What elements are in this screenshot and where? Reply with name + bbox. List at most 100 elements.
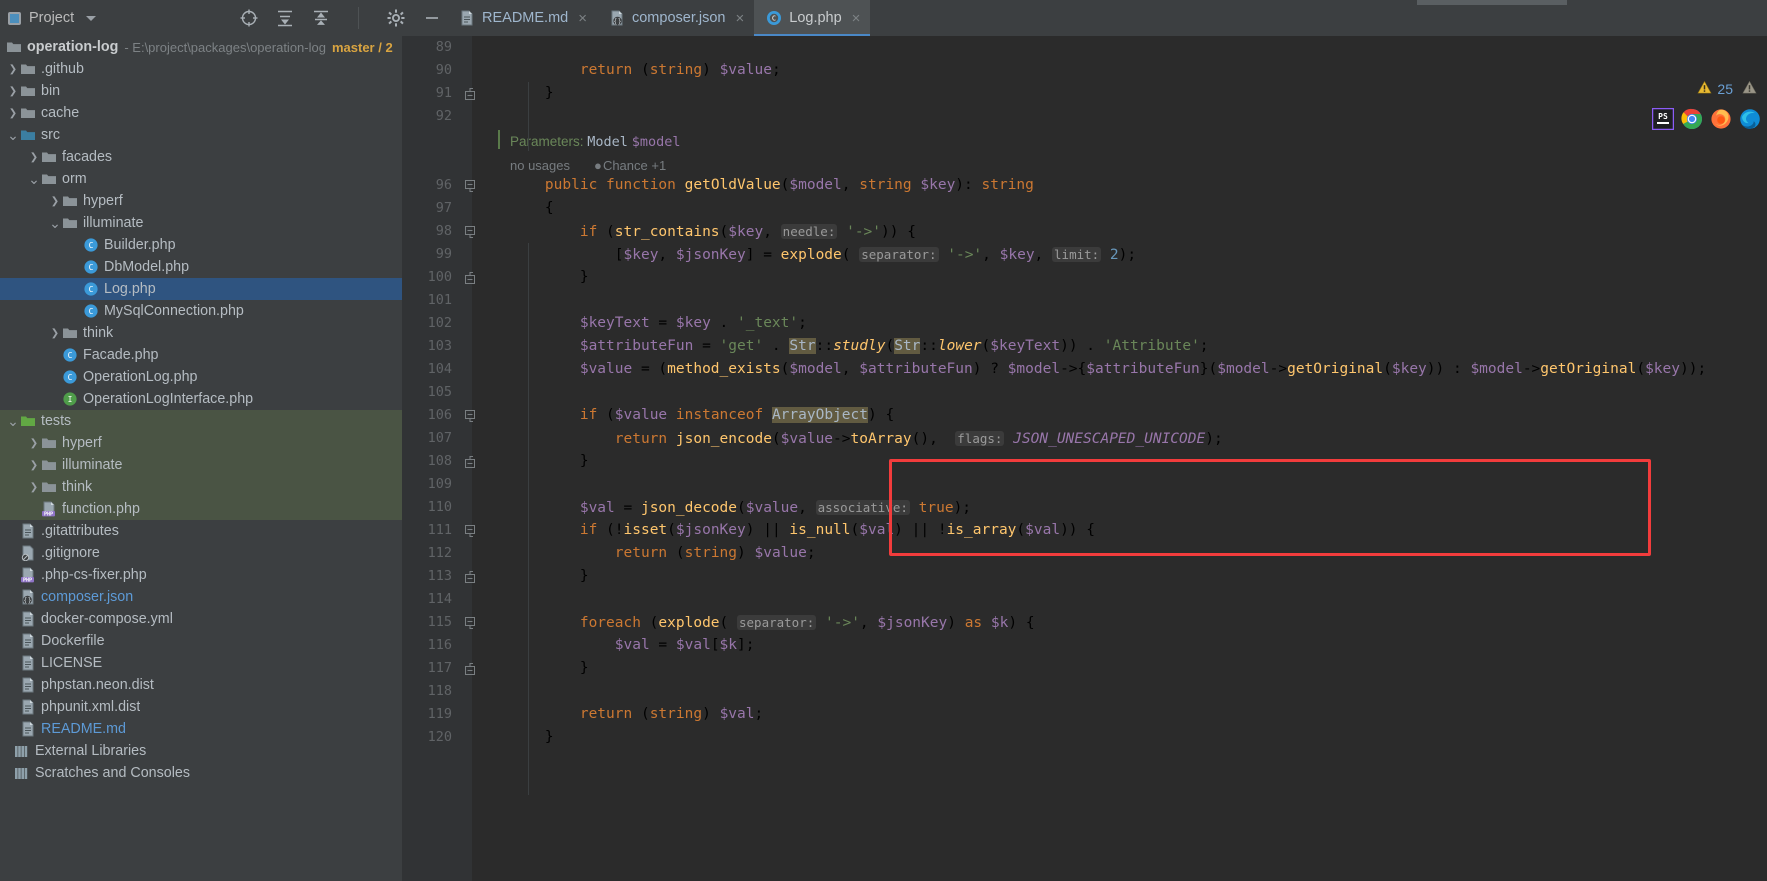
code-line[interactable]: 117 } <box>402 657 1767 680</box>
code-line[interactable]: 111 if (!isset($jsonKey) || is_null($val… <box>402 519 1767 542</box>
tree-item-php-cs-fixer-php[interactable]: PHP .php-cs-fixer.php <box>0 564 402 586</box>
line-text[interactable]: return (string) $value; <box>510 59 781 82</box>
code-line[interactable]: Parameters: Model $model <box>402 128 1767 151</box>
fold-start-icon[interactable] <box>464 220 476 243</box>
tree-item-bin[interactable]: ❯ bin <box>0 80 402 102</box>
line-text[interactable]: $val = $val[$k]; <box>510 634 755 657</box>
tree-item-think[interactable]: ❯ think <box>0 322 402 344</box>
firefox-icon[interactable] <box>1710 108 1732 135</box>
collapse-all-icon[interactable] <box>312 9 330 27</box>
tree-item-phpstan-neon-dist[interactable]: phpstan.neon.dist <box>0 674 402 696</box>
chevron-right-icon[interactable]: ❯ <box>27 152 41 163</box>
tree-item-github[interactable]: ❯ .github <box>0 58 402 80</box>
chevron-right-icon[interactable]: ❯ <box>6 64 20 75</box>
tree-item-operationloginterface-php[interactable]: I OperationLogInterface.php <box>0 388 402 410</box>
close-icon[interactable]: × <box>578 10 587 27</box>
tree-item-composer-json[interactable]: {} composer.json <box>0 586 402 608</box>
chevron-right-icon[interactable]: ❯ <box>48 328 62 339</box>
code-line[interactable]: 116 $val = $val[$k]; <box>402 634 1767 657</box>
fold-end-icon[interactable] <box>464 565 476 588</box>
close-icon[interactable]: × <box>735 10 744 27</box>
tree-item-license[interactable]: LICENSE <box>0 652 402 674</box>
chevron-right-icon[interactable]: ❯ <box>27 482 41 493</box>
tree-item-cache[interactable]: ❯ cache <box>0 102 402 124</box>
line-text[interactable]: $value = (method_exists($model, $attribu… <box>510 358 1706 381</box>
chevron-right-icon[interactable]: ❯ <box>27 460 41 471</box>
code-line[interactable]: 104 $value = (method_exists($model, $att… <box>402 358 1767 381</box>
tree-item-function-php[interactable]: PHP function.php <box>0 498 402 520</box>
minimize-icon[interactable] <box>423 9 441 27</box>
code-line[interactable]: 120 } <box>402 726 1767 749</box>
tree-item-illuminate[interactable]: ❯ illuminate <box>0 454 402 476</box>
tree-item-gitattributes[interactable]: .gitattributes <box>0 520 402 542</box>
tree-root-operation-log[interactable]: operation-log - E:\project\packages\oper… <box>0 36 402 58</box>
expand-all-icon[interactable] <box>276 9 294 27</box>
fold-start-icon[interactable] <box>464 404 476 427</box>
tree-item-operationlog-php[interactable]: C OperationLog.php <box>0 366 402 388</box>
code-line[interactable]: 90 return (string) $value; <box>402 59 1767 82</box>
chevron-right-icon[interactable]: ❯ <box>27 438 41 449</box>
chevron-right-icon[interactable]: ❯ <box>6 108 20 119</box>
line-text[interactable]: } <box>510 657 589 680</box>
tab-composer-json[interactable]: {} composer.json × <box>597 0 754 36</box>
chevron-down-icon[interactable]: ⌄ <box>6 414 20 428</box>
code-line[interactable]: 96 public function getOldValue($model, s… <box>402 174 1767 197</box>
chevron-down-icon[interactable]: ⌄ <box>48 216 62 230</box>
tab-readme-md[interactable]: README.md × <box>447 0 597 36</box>
code-line[interactable]: 102 $keyText = $key . '_text'; <box>402 312 1767 335</box>
line-text[interactable]: if (str_contains($key, needle: '->')) { <box>510 220 916 244</box>
chevron-down-icon[interactable]: ⌄ <box>6 128 20 142</box>
tree-item-scratches-and-consoles[interactable]: Scratches and Consoles <box>0 762 402 784</box>
code-line[interactable]: 101 <box>402 289 1767 312</box>
line-text[interactable]: $keyText = $key . '_text'; <box>510 312 807 335</box>
gear-icon[interactable] <box>387 9 405 27</box>
code-line[interactable]: 105 <box>402 381 1767 404</box>
locate-icon[interactable] <box>240 9 258 27</box>
line-text[interactable]: } <box>510 266 589 289</box>
tree-item-hyperf[interactable]: ❯ hyperf <box>0 432 402 454</box>
fold-end-icon[interactable] <box>464 82 476 105</box>
code-line[interactable]: 106 if ($value instanceof ArrayObject) { <box>402 404 1767 427</box>
code-line[interactable]: 103 $attributeFun = 'get' . Str::studly(… <box>402 335 1767 358</box>
fold-end-icon[interactable] <box>464 266 476 289</box>
chevron-down-icon[interactable]: ⌄ <box>27 172 41 186</box>
tree-item-gitignore[interactable]: .gitignore <box>0 542 402 564</box>
edge-icon[interactable] <box>1739 108 1761 135</box>
code-editor[interactable]: 89 90 return (string) $value; 91 } 92 Parame… <box>402 36 1767 881</box>
tree-item-builder-php[interactable]: C Builder.php <box>0 234 402 256</box>
line-text[interactable]: if ($value instanceof ArrayObject) { <box>510 404 894 427</box>
line-text[interactable]: return (string) $val; <box>510 703 763 726</box>
tree-item-tests[interactable]: ⌄ tests <box>0 410 402 432</box>
tree-item-illuminate[interactable]: ⌄ illuminate <box>0 212 402 234</box>
tree-item-facade-php[interactable]: C Facade.php <box>0 344 402 366</box>
tree-item-log-php[interactable]: C Log.php <box>0 278 402 300</box>
code-line[interactable]: 109 <box>402 473 1767 496</box>
fold-start-icon[interactable] <box>464 611 476 634</box>
chevron-right-icon[interactable]: ❯ <box>6 86 20 97</box>
line-text[interactable]: [$key, $jsonKey] = explode( separator: '… <box>510 243 1136 267</box>
line-text[interactable]: } <box>510 565 589 588</box>
project-tool-window-button[interactable]: Project <box>0 0 120 36</box>
line-text[interactable]: } <box>510 450 589 473</box>
code-line[interactable]: 89 <box>402 36 1767 59</box>
line-text[interactable]: $attributeFun = 'get' . Str::studly(Str:… <box>510 335 1209 358</box>
tree-item-dbmodel-php[interactable]: C DbModel.php <box>0 256 402 278</box>
code-line[interactable]: 98 if (str_contains($key, needle: '->'))… <box>402 220 1767 243</box>
tree-item-docker-compose-yml[interactable]: docker-compose.yml <box>0 608 402 630</box>
line-text[interactable]: $val = json_decode($value, associative: … <box>510 496 971 520</box>
tree-item-mysqlconnection-php[interactable]: C MySqlConnection.php <box>0 300 402 322</box>
chrome-icon[interactable] <box>1681 108 1703 135</box>
fold-start-icon[interactable] <box>464 174 476 197</box>
project-tree[interactable]: operation-log - E:\project\packages\oper… <box>0 36 402 881</box>
code-line[interactable]: 113 } <box>402 565 1767 588</box>
line-text[interactable]: return (string) $value; <box>510 542 816 565</box>
tree-item-src[interactable]: ⌄ src <box>0 124 402 146</box>
tree-item-think[interactable]: ❯ think <box>0 476 402 498</box>
line-text[interactable]: if (!isset($jsonKey) || is_null($val) ||… <box>510 519 1095 542</box>
line-text[interactable]: } <box>510 726 554 749</box>
tree-item-hyperf[interactable]: ❯ hyperf <box>0 190 402 212</box>
close-icon[interactable]: × <box>852 10 861 27</box>
code-line[interactable]: 92 <box>402 105 1767 128</box>
code-line[interactable]: 114 <box>402 588 1767 611</box>
tab-log-php[interactable]: C Log.php × <box>754 0 871 36</box>
